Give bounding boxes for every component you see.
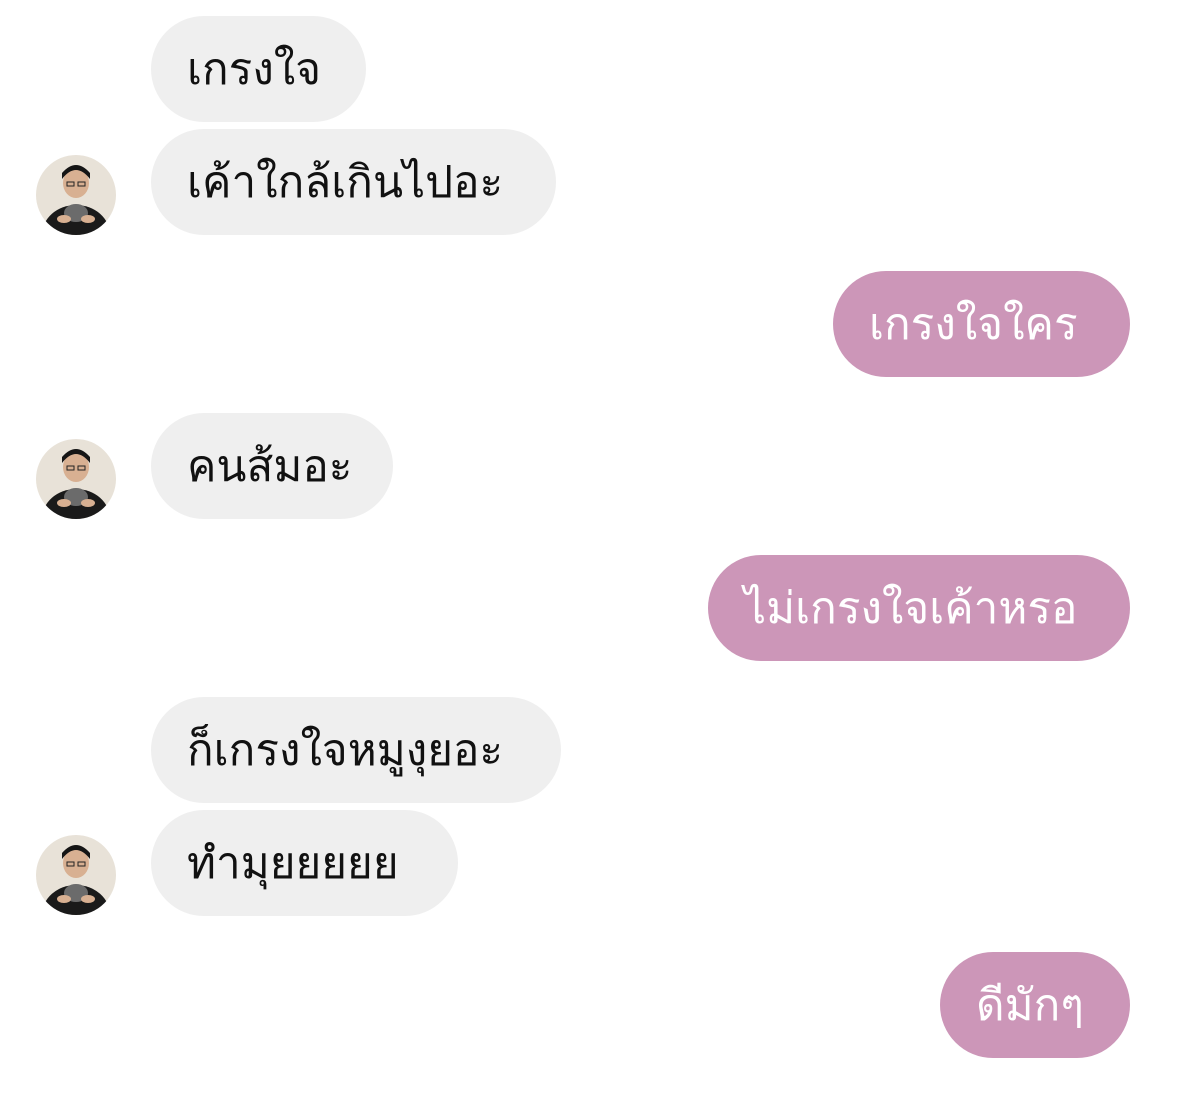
user-avatar-icon <box>36 439 116 519</box>
avatar[interactable] <box>36 835 116 915</box>
user-avatar-icon <box>36 835 116 915</box>
message-text: คนส้มอะ <box>187 441 353 492</box>
message-text: ทำมุยยยยย <box>187 838 399 889</box>
message-bubble-incoming[interactable]: เกรงใจ <box>151 16 366 122</box>
message-bubble-outgoing[interactable]: ดีมักๆ <box>940 952 1130 1058</box>
avatar[interactable] <box>36 155 116 235</box>
message-bubble-incoming[interactable]: ก็เกรงใจหมูงุยอะ <box>151 697 561 803</box>
message-text: ไม่เกรงใจเค้าหรอ <box>744 583 1078 634</box>
message-text: ดีมักๆ <box>976 980 1084 1031</box>
message-text: เกรงใจใคร <box>869 299 1078 350</box>
avatar[interactable] <box>36 439 116 519</box>
message-bubble-outgoing[interactable]: ไม่เกรงใจเค้าหรอ <box>708 555 1130 661</box>
message-bubble-incoming[interactable]: คนส้มอะ <box>151 413 393 519</box>
message-bubble-incoming[interactable]: เค้าใกล้เกินไปอะ <box>151 129 556 235</box>
message-bubble-incoming[interactable]: ทำมุยยยยย <box>151 810 458 916</box>
message-text: ก็เกรงใจหมูงุยอะ <box>187 725 504 776</box>
message-text: เค้าใกล้เกินไปอะ <box>187 157 504 208</box>
message-bubble-outgoing[interactable]: เกรงใจใคร <box>833 271 1130 377</box>
message-text: เกรงใจ <box>187 44 322 95</box>
user-avatar-icon <box>36 155 116 235</box>
